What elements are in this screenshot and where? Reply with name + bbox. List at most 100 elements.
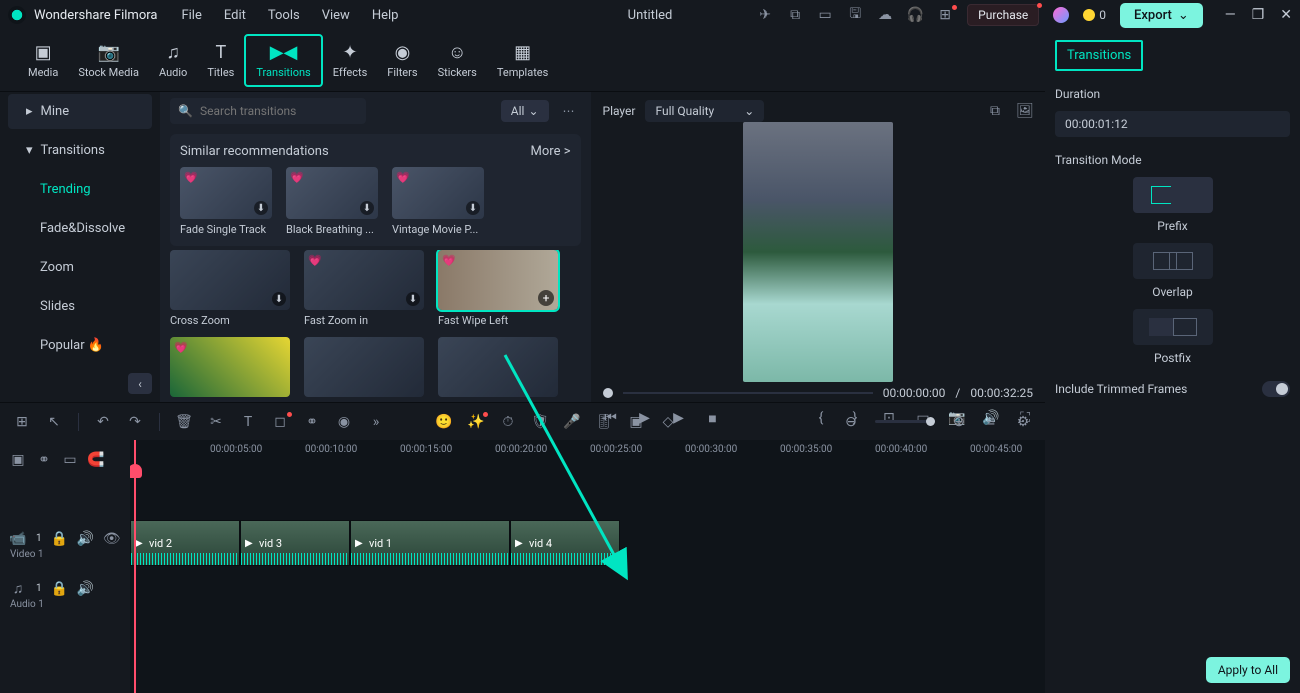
- clip[interactable]: vid 3: [240, 520, 350, 566]
- device-icon[interactable]: ⧉: [787, 7, 803, 23]
- more-icon[interactable]: »: [368, 414, 384, 430]
- menu-tools[interactable]: Tools: [268, 8, 300, 23]
- rec-item[interactable]: 💗⬇Vintage Movie P...: [392, 167, 484, 236]
- lock-icon[interactable]: 🔒: [52, 531, 68, 547]
- mode-overlap[interactable]: Overlap: [1055, 243, 1290, 299]
- apps-icon[interactable]: ⊞: [937, 7, 953, 23]
- menu-file[interactable]: File: [181, 8, 201, 23]
- maximize-icon[interactable]: ❐: [1252, 7, 1265, 23]
- transition-item[interactable]: [304, 337, 424, 397]
- sidebar-cat-fade[interactable]: Fade&Dissolve: [8, 211, 152, 246]
- tl-magnet-icon[interactable]: 🧲: [88, 452, 104, 468]
- tl-mode2-icon[interactable]: ⚭: [36, 452, 52, 468]
- minimize-icon[interactable]: —: [1225, 7, 1236, 23]
- clip[interactable]: vid 1: [350, 520, 510, 566]
- menu-view[interactable]: View: [322, 8, 350, 23]
- sidebar-transitions[interactable]: ▾Transitions: [8, 133, 152, 168]
- tab-effects[interactable]: ✦Effects: [323, 36, 378, 85]
- crop-icon[interactable]: ◻: [272, 414, 288, 430]
- visibility-icon[interactable]: 👁: [104, 531, 120, 547]
- timeline-canvas[interactable]: 00:00:05:00 00:00:10:00 00:00:15:00 00:0…: [130, 440, 1045, 693]
- mode-postfix[interactable]: Postfix: [1055, 309, 1290, 365]
- ai-icon[interactable]: 🙂: [436, 414, 452, 430]
- sidebar-mine[interactable]: ▸Mine: [8, 94, 152, 129]
- download-icon[interactable]: ⬇: [272, 292, 286, 306]
- tab-templates[interactable]: ▦Templates: [487, 36, 558, 85]
- text-icon[interactable]: T: [240, 414, 256, 430]
- filter-select[interactable]: All⌄: [501, 100, 549, 122]
- transition-item[interactable]: 💗⬇Fast Zoom in: [304, 250, 424, 327]
- mode-prefix[interactable]: Prefix: [1055, 177, 1290, 233]
- transition-item-selected[interactable]: 💗+Fast Wipe Left: [438, 250, 558, 327]
- layout-icon[interactable]: ⊞: [14, 414, 30, 430]
- sidebar-cat-trending[interactable]: Trending: [8, 172, 152, 207]
- undo-icon[interactable]: ↶: [95, 414, 111, 430]
- zoom-slider[interactable]: [875, 420, 935, 423]
- inspector-tab-transitions[interactable]: Transitions: [1055, 40, 1143, 71]
- cut-icon[interactable]: ✂: [208, 414, 224, 430]
- tab-stickers[interactable]: ☺Stickers: [428, 36, 487, 85]
- search-input[interactable]: [170, 98, 366, 124]
- stop-icon[interactable]: ■: [705, 410, 721, 426]
- tab-transitions[interactable]: ▶◀Transitions: [244, 34, 322, 87]
- lock-icon[interactable]: 🔒: [52, 581, 68, 597]
- purchase-button[interactable]: Purchase: [967, 4, 1039, 26]
- color-icon[interactable]: ◉: [336, 414, 352, 430]
- cloud-icon[interactable]: ☁: [877, 7, 893, 23]
- apply-all-button[interactable]: Apply to All: [1206, 657, 1290, 683]
- time-ruler[interactable]: 00:00:05:00 00:00:10:00 00:00:15:00 00:0…: [130, 440, 1045, 466]
- download-icon[interactable]: ⬇: [360, 201, 374, 215]
- send-icon[interactable]: ✈: [757, 7, 773, 23]
- group-icon[interactable]: ▣: [628, 414, 644, 430]
- clip[interactable]: vid 4: [510, 520, 620, 566]
- tab-audio[interactable]: ♫Audio: [149, 36, 197, 85]
- download-icon[interactable]: ⬇: [466, 201, 480, 215]
- transition-item[interactable]: [438, 337, 558, 397]
- download-icon[interactable]: ⬇: [254, 201, 268, 215]
- shield-icon[interactable]: 🛡: [532, 414, 548, 430]
- duration-input[interactable]: 00:00:01:12: [1055, 111, 1290, 137]
- mic-icon[interactable]: 🎤: [564, 414, 580, 430]
- cursor-icon[interactable]: ↖: [46, 414, 62, 430]
- tab-titles[interactable]: TTitles: [197, 36, 244, 85]
- sidebar-collapse-button[interactable]: ‹: [128, 373, 152, 394]
- speed-icon[interactable]: ⏱: [500, 414, 516, 430]
- add-icon[interactable]: +: [538, 290, 554, 306]
- zoom-in-icon[interactable]: ⊕: [951, 414, 967, 430]
- headphones-icon[interactable]: 🎧: [907, 7, 923, 23]
- credits-badge[interactable]: 0: [1083, 8, 1106, 22]
- include-trimmed-toggle[interactable]: [1262, 381, 1290, 397]
- close-icon[interactable]: ✕: [1280, 7, 1292, 23]
- tl-mode3-icon[interactable]: ▭: [62, 452, 78, 468]
- tl-mode1-icon[interactable]: ▣: [10, 452, 26, 468]
- scrub-bar[interactable]: 00:00:00:00 / 00:00:32:25: [603, 382, 1034, 404]
- video-preview[interactable]: [603, 122, 1034, 382]
- sidebar-cat-popular[interactable]: Popular 🔥: [8, 328, 152, 363]
- scrub-handle[interactable]: [603, 388, 613, 398]
- sidebar-cat-slides[interactable]: Slides: [8, 289, 152, 324]
- redo-icon[interactable]: ↷: [127, 414, 143, 430]
- list-icon[interactable]: ≡: [983, 414, 999, 430]
- mute-icon[interactable]: 🔊: [78, 581, 94, 597]
- zoom-out-icon[interactable]: ⊖: [843, 414, 859, 430]
- link-icon[interactable]: ⚭: [304, 414, 320, 430]
- tab-stock-media[interactable]: 📷Stock Media: [68, 36, 149, 85]
- playhead[interactable]: [134, 440, 136, 693]
- mute-icon[interactable]: 🔊: [78, 531, 94, 547]
- rec-item[interactable]: 💗⬇Fade Single Track: [180, 167, 272, 236]
- tab-filters[interactable]: ◉Filters: [377, 36, 427, 85]
- transition-item[interactable]: 💗: [170, 337, 290, 397]
- delete-icon[interactable]: 🗑: [176, 414, 192, 430]
- sidebar-cat-zoom[interactable]: Zoom: [8, 250, 152, 285]
- mixer-icon[interactable]: 🎚: [596, 414, 612, 430]
- picture-icon[interactable]: 🖼: [1017, 103, 1033, 119]
- transition-item[interactable]: ⬇Cross Zoom: [170, 250, 290, 327]
- keyframe-icon[interactable]: ◇: [660, 414, 676, 430]
- ratio-icon[interactable]: ⊡: [881, 410, 897, 426]
- menu-edit[interactable]: Edit: [224, 8, 246, 23]
- avatar-icon[interactable]: [1053, 7, 1069, 23]
- export-button[interactable]: Export⌄: [1120, 3, 1203, 28]
- clip[interactable]: vid 2: [130, 520, 240, 566]
- quality-select[interactable]: Full Quality⌄: [645, 100, 764, 122]
- recommendations-more[interactable]: More >: [531, 144, 571, 159]
